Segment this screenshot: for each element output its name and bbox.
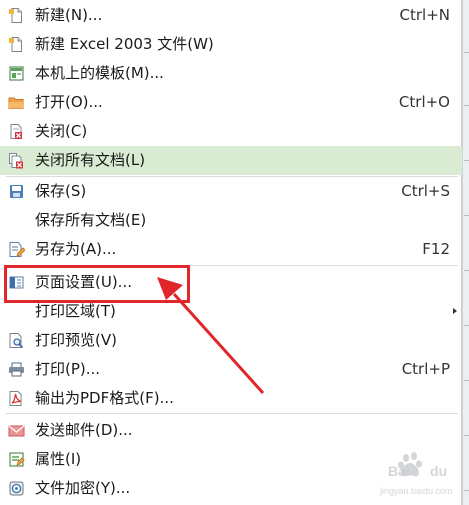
menu-item-label: 发送邮件(D)... <box>35 421 133 439</box>
menu-item-label: 本机上的模板(M)... <box>35 64 164 82</box>
annotation-highlight-box <box>4 265 190 303</box>
menu-item-shortcut: Ctrl+S <box>401 182 450 200</box>
svg-text:du: du <box>430 463 447 479</box>
menu-separator <box>6 413 458 414</box>
lock-icon <box>8 480 25 497</box>
menu-item-print-preview[interactable]: 打印预览(V) <box>0 326 462 355</box>
svg-text:Bai: Bai <box>388 463 410 479</box>
menu-item-label: 另存为(A)... <box>35 240 117 258</box>
menu-item-label: 输出为PDF格式(F)... <box>35 389 174 407</box>
menu-item-shortcut: F12 <box>422 240 450 258</box>
menu-item-send-mail[interactable]: 发送邮件(D)... <box>0 416 462 445</box>
menu-item-label: 新建 Excel 2003 文件(W) <box>35 35 214 53</box>
save-as-icon <box>8 241 25 258</box>
svg-text:jingyan.baidu.com: jingyan.baidu.com <box>379 486 453 496</box>
menu-item-new-excel2003[interactable]: 新建 Excel 2003 文件(W) <box>0 30 462 59</box>
menu-item-shortcut: Ctrl+O <box>398 93 450 111</box>
menu-item-local-template[interactable]: 本机上的模板(M)... <box>0 59 462 88</box>
new-document-icon <box>8 36 25 53</box>
print-preview-icon <box>8 332 25 349</box>
menu-item-label: 保存(S) <box>35 182 87 200</box>
scrollbar-edge <box>462 0 469 505</box>
menu-item-shortcut: Ctrl+N <box>399 6 450 24</box>
menu-item-save[interactable]: 保存(S) Ctrl+S <box>0 177 462 206</box>
folder-icon <box>8 94 25 111</box>
menu-item-open[interactable]: 打开(O)... Ctrl+O <box>0 88 462 117</box>
baidu-watermark: Bai du jingyan.baidu.com <box>379 452 453 496</box>
menu-item-label: 关闭所有文档(L) <box>35 151 146 169</box>
menu-item-save-all[interactable]: 保存所有文档(E) <box>0 206 462 235</box>
menu-item-close-all[interactable]: 关闭所有文档(L) <box>0 146 462 175</box>
template-icon <box>8 65 25 82</box>
menu-item-label: 新建(N)... <box>35 6 103 24</box>
new-document-icon <box>8 7 25 24</box>
close-all-icon <box>8 152 25 169</box>
menu-item-label: 文件加密(Y)... <box>35 479 131 497</box>
menu-item-export-pdf[interactable]: 输出为PDF格式(F)... <box>0 384 462 413</box>
menu-item-label: 保存所有文档(E) <box>35 211 147 229</box>
menu-item-save-as[interactable]: 另存为(A)... F12 <box>0 235 462 264</box>
menu-item-close[interactable]: 关闭(C) <box>0 117 462 146</box>
menu-item-new[interactable]: 新建(N)... Ctrl+N <box>0 1 462 30</box>
menu-item-label: 打印预览(V) <box>35 331 117 349</box>
save-icon <box>8 183 25 200</box>
mail-icon <box>8 422 25 439</box>
close-document-icon <box>8 123 25 140</box>
menu-item-print[interactable]: 打印(P)... Ctrl+P <box>0 355 462 384</box>
menu-item-label: 打开(O)... <box>35 93 103 111</box>
printer-icon <box>8 361 25 378</box>
menu-item-label: 属性(I) <box>35 450 82 468</box>
file-menu: 新建(N)... Ctrl+N 新建 Excel 2003 文件(W) 本机上的… <box>0 0 462 505</box>
pdf-icon <box>8 390 25 407</box>
properties-icon <box>8 451 25 468</box>
submenu-arrow-icon <box>453 308 457 314</box>
menu-item-label: 关闭(C) <box>35 122 88 140</box>
menu-item-label: 打印(P)... <box>35 360 101 378</box>
menu-item-shortcut: Ctrl+P <box>401 360 450 378</box>
